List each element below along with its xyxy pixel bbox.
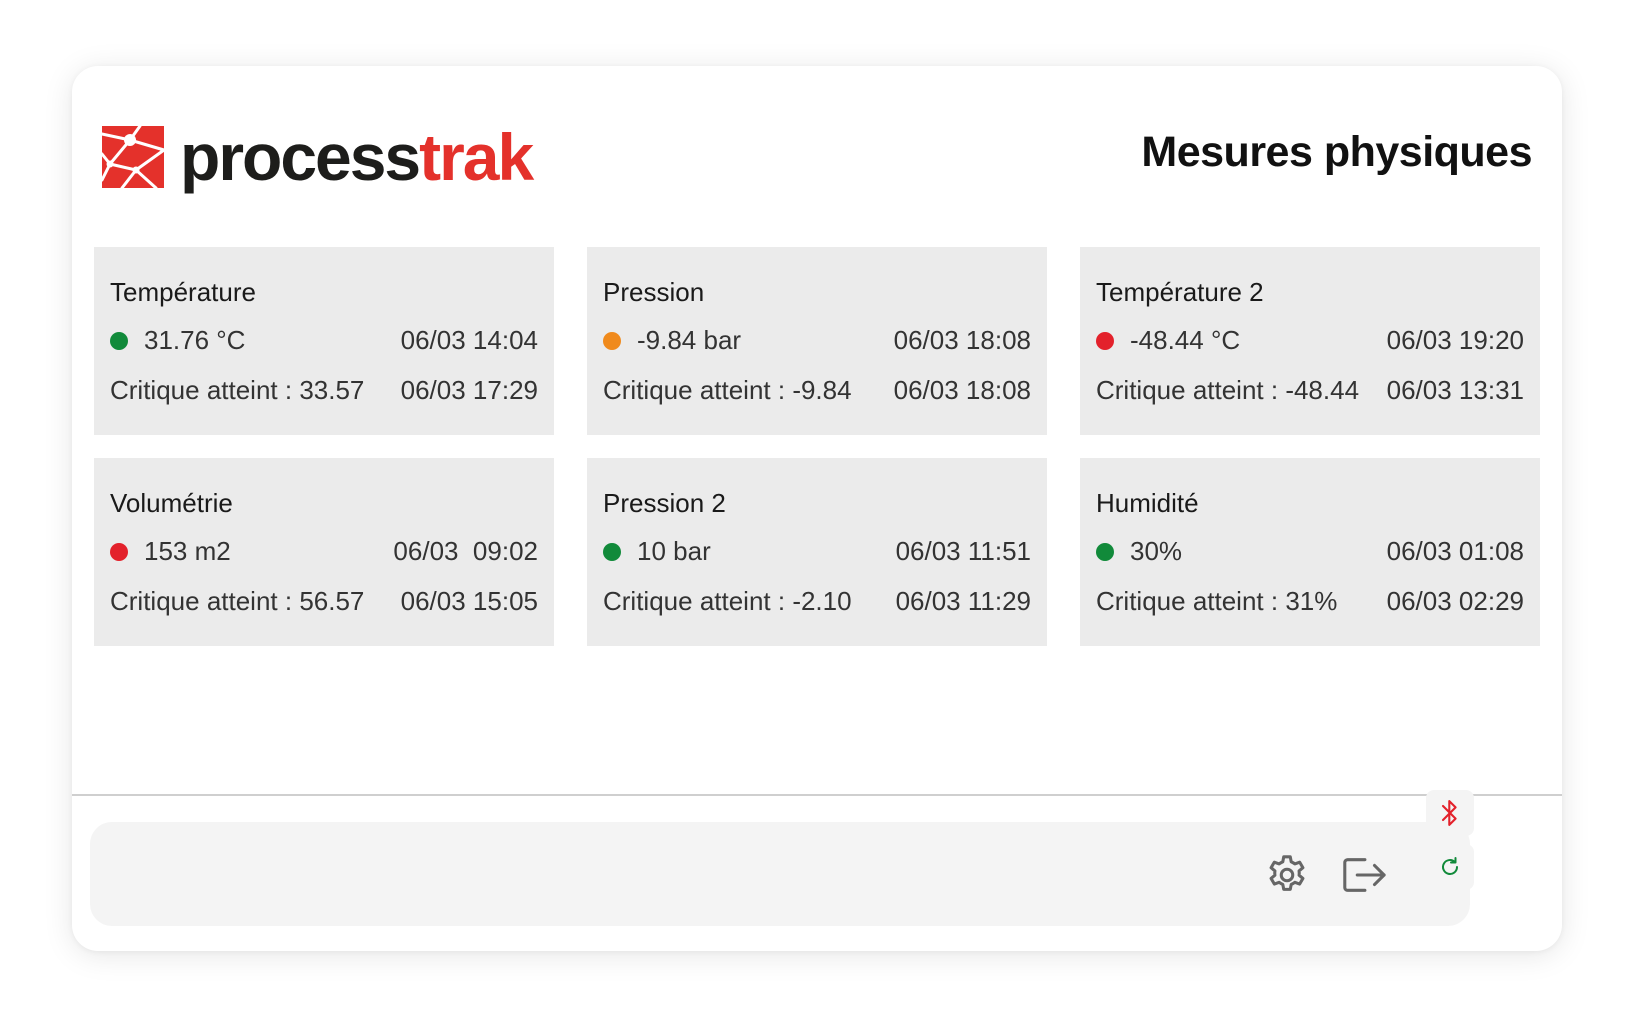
refresh-button[interactable]: [1426, 844, 1474, 890]
bluetooth-icon: [1441, 800, 1457, 826]
logo-text-process: process: [180, 120, 421, 194]
gear-icon: [1269, 855, 1305, 891]
critical-row: Critique atteint : 31% 06/03 02:29: [1096, 586, 1524, 617]
critical-row: Critique atteint : 56.57 06/03 15:05: [110, 586, 538, 617]
critical-value: Critique atteint : -48.44: [1096, 375, 1360, 405]
critical-time: 06/03 11:29: [895, 586, 1031, 616]
current-value-row: 31.76 °C 06/03 14:04: [110, 325, 538, 356]
measurement-card[interactable]: Température 31.76 °C 06/03 14:04 Critiqu…: [94, 247, 554, 435]
critical-row: Critique atteint : -48.44 06/03 13:31: [1096, 375, 1524, 406]
current-time: 06/03 11:51: [895, 536, 1031, 566]
critical-time: 06/03 15:05: [400, 586, 538, 616]
critical-time: 06/03 18:08: [893, 375, 1031, 405]
bluetooth-button[interactable]: [1426, 790, 1474, 836]
logo-mark-icon: [100, 124, 166, 190]
critical-value: Critique atteint : 56.57: [110, 586, 365, 616]
measurement-card[interactable]: Pression 2 10 bar 06/03 11:51 Critique a…: [587, 458, 1047, 646]
current-value-row: -9.84 bar 06/03 18:08: [603, 325, 1031, 356]
refresh-icon: [1442, 857, 1458, 875]
status-dot: [110, 542, 128, 561]
card-title: Humidité: [1096, 488, 1199, 518]
critical-value: Critique atteint : 31%: [1096, 586, 1338, 616]
measurement-grid: Température 31.76 °C 06/03 14:04 Critiqu…: [94, 247, 1540, 646]
status-dot: [1096, 331, 1114, 350]
logout-icon: [1343, 858, 1386, 892]
critical-value: Critique atteint : -9.84: [603, 375, 852, 405]
current-time: 06/03 09:02: [393, 536, 538, 566]
current-value: 31.76 °C: [144, 325, 246, 355]
measurement-card[interactable]: Température 2 -48.44 °C 06/03 19:20 Crit…: [1080, 247, 1540, 435]
critical-time: 06/03 02:29: [1386, 586, 1524, 616]
processtrak-logo: processtrak: [100, 124, 534, 190]
status-dot: [603, 331, 621, 350]
logout-button[interactable]: [1338, 850, 1388, 900]
current-value-row: -48.44 °C 06/03 19:20: [1096, 325, 1524, 356]
current-value-row: 153 m2 06/03 09:02: [110, 536, 538, 567]
current-value-row: 30% 06/03 01:08: [1096, 536, 1524, 567]
current-value: 30%: [1130, 536, 1183, 566]
critical-value: Critique atteint : 33.57: [110, 375, 365, 405]
critical-time: 06/03 17:29: [400, 375, 538, 405]
current-time: 06/03 18:08: [893, 325, 1031, 355]
bottom-toolbar: [90, 822, 1470, 926]
card-title: Pression 2: [603, 488, 726, 518]
critical-row: Critique atteint : -9.84 06/03 18:08: [603, 375, 1031, 406]
card-title: Température 2: [1096, 277, 1264, 307]
current-time: 06/03 14:04: [400, 325, 538, 355]
card-title: Température: [110, 277, 256, 307]
critical-value: Critique atteint : -2.10: [603, 586, 852, 616]
device-frame: processtrak Mesures physiques Températur…: [72, 66, 1562, 951]
critical-time: 06/03 13:31: [1386, 375, 1524, 405]
status-dot: [603, 542, 621, 561]
status-dot: [110, 331, 128, 350]
critical-row: Critique atteint : -2.10 06/03 11:29: [603, 586, 1031, 617]
measurement-card[interactable]: Humidité 30% 06/03 01:08 Critique attein…: [1080, 458, 1540, 646]
card-title: Volumétrie: [110, 488, 233, 518]
current-value-row: 10 bar 06/03 11:51: [603, 536, 1031, 567]
header: processtrak Mesures physiques: [72, 66, 1562, 246]
current-value: 10 bar: [637, 536, 711, 566]
logo-text-trak: trak: [419, 120, 534, 194]
current-time: 06/03 19:20: [1386, 325, 1524, 355]
critical-row: Critique atteint : 33.57 06/03 17:29: [110, 375, 538, 406]
card-title: Pression: [603, 277, 705, 307]
measurement-card[interactable]: Pression -9.84 bar 06/03 18:08 Critique …: [587, 247, 1047, 435]
current-time: 06/03 01:08: [1386, 536, 1524, 566]
current-value: 153 m2: [144, 536, 231, 566]
footer-divider: [72, 794, 1562, 796]
current-value: -48.44 °C: [1130, 325, 1241, 355]
page-title: Mesures physiques: [1141, 128, 1532, 176]
settings-button[interactable]: [1262, 850, 1312, 900]
current-value: -9.84 bar: [637, 325, 742, 355]
measurement-card[interactable]: Volumétrie 153 m2 06/03 09:02 Critique a…: [94, 458, 554, 646]
status-dot: [1096, 542, 1114, 561]
